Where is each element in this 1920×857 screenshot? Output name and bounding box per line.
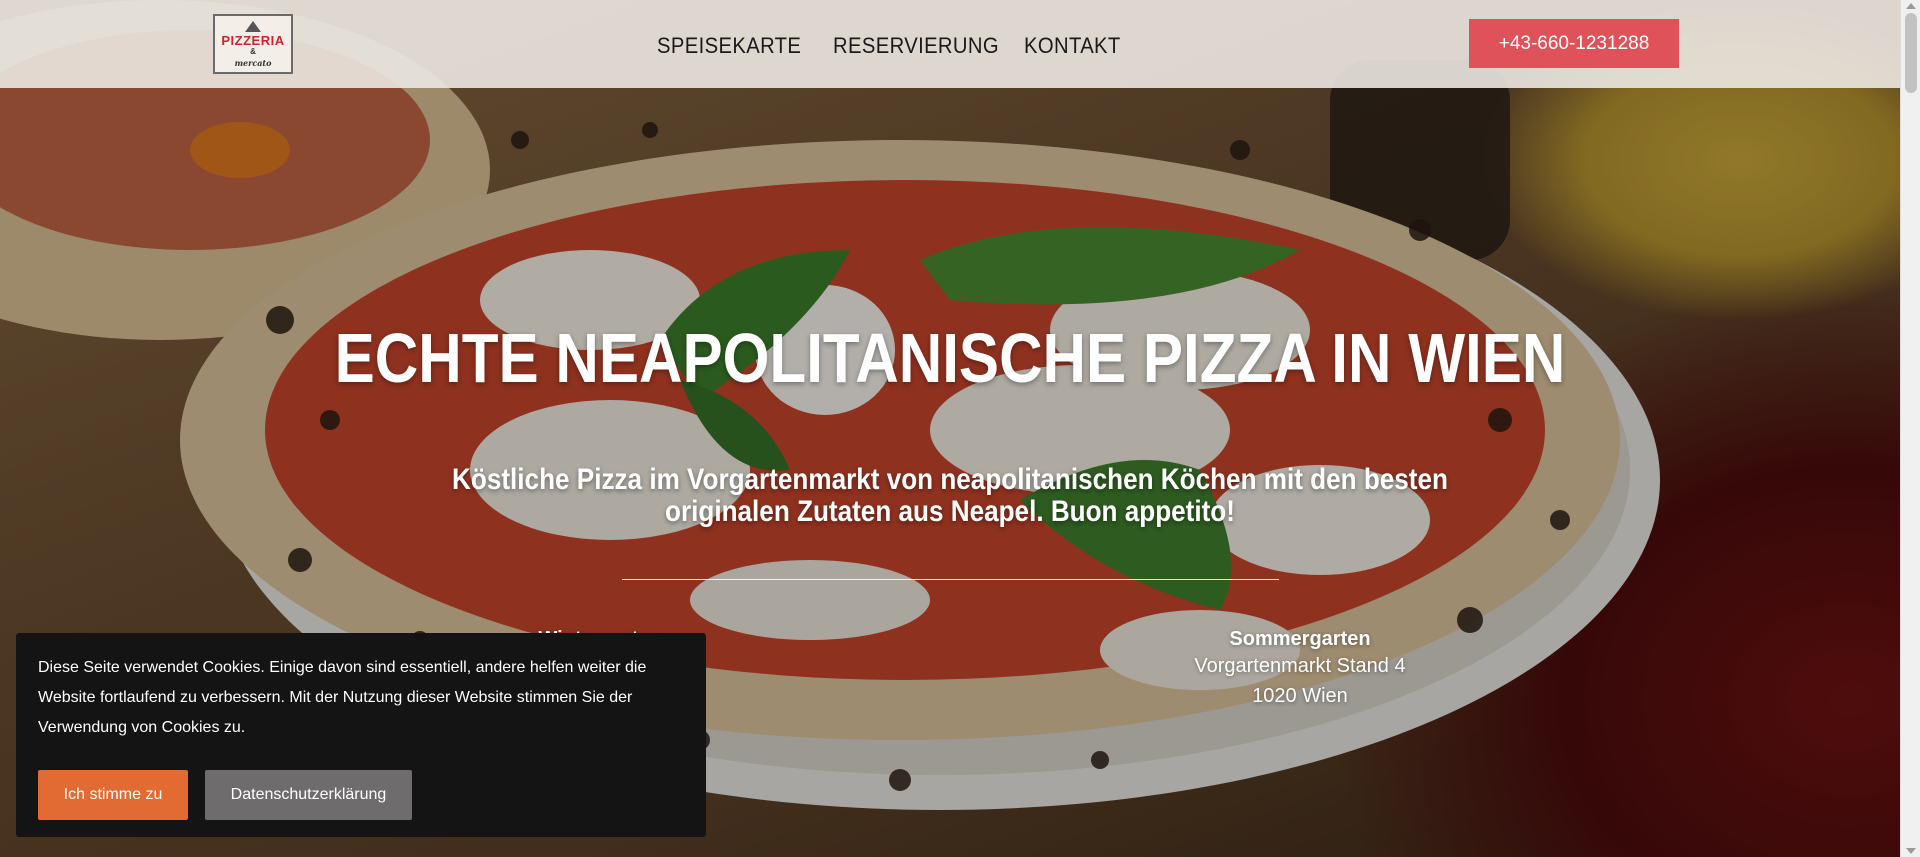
phone-button[interactable]: +43-660-1231288 xyxy=(1469,19,1679,68)
hero-subtitle: Köstliche Pizza im Vorgartenmarkt von ne… xyxy=(452,463,1448,528)
page-scrollbar[interactable] xyxy=(1900,0,1920,857)
privacy-policy-button[interactable]: Datenschutzerklärung xyxy=(205,770,412,820)
location-sommergarten: Sommergarten Vorgartenmarkt Stand 4 1020… xyxy=(1150,628,1450,711)
location-city: 1020 Wien xyxy=(1252,685,1348,707)
logo-subtext: mercato xyxy=(234,57,272,68)
scroll-up-icon[interactable] xyxy=(1906,3,1916,9)
cookie-banner: Diese Seite verwendet Cookies. Einige da… xyxy=(16,633,706,837)
pizzeria-logo[interactable]: PIZZERIA & mercato xyxy=(213,14,293,74)
cookie-buttons: Ich stimme zu Datenschutzerklärung xyxy=(38,770,412,820)
logo-text: PIZZERIA xyxy=(221,32,285,48)
logo-ampersand: & xyxy=(250,46,256,56)
scroll-down-icon[interactable] xyxy=(1906,848,1916,854)
nav-reservierung[interactable]: RESERVIERUNG xyxy=(833,33,999,59)
cookie-text: Diese Seite verwendet Cookies. Einige da… xyxy=(38,659,647,736)
chef-hat-icon xyxy=(245,20,261,32)
accept-cookies-button[interactable]: Ich stimme zu xyxy=(38,770,188,820)
scroll-thumb[interactable] xyxy=(1905,13,1917,93)
hero-divider xyxy=(622,579,1279,580)
site-header: PIZZERIA & mercato SPEISEKARTE RESERVIER… xyxy=(0,0,1900,88)
location-title: Sommergarten xyxy=(1229,628,1371,650)
nav-speisekarte[interactable]: SPEISEKARTE xyxy=(657,33,801,59)
nav-kontakt[interactable]: KONTAKT xyxy=(1024,33,1121,59)
location-address: Vorgartenmarkt Stand 4 xyxy=(1194,655,1406,677)
hero-title: ECHTE NEAPOLITANISCHE PIZZA IN WIEN xyxy=(334,319,1566,397)
